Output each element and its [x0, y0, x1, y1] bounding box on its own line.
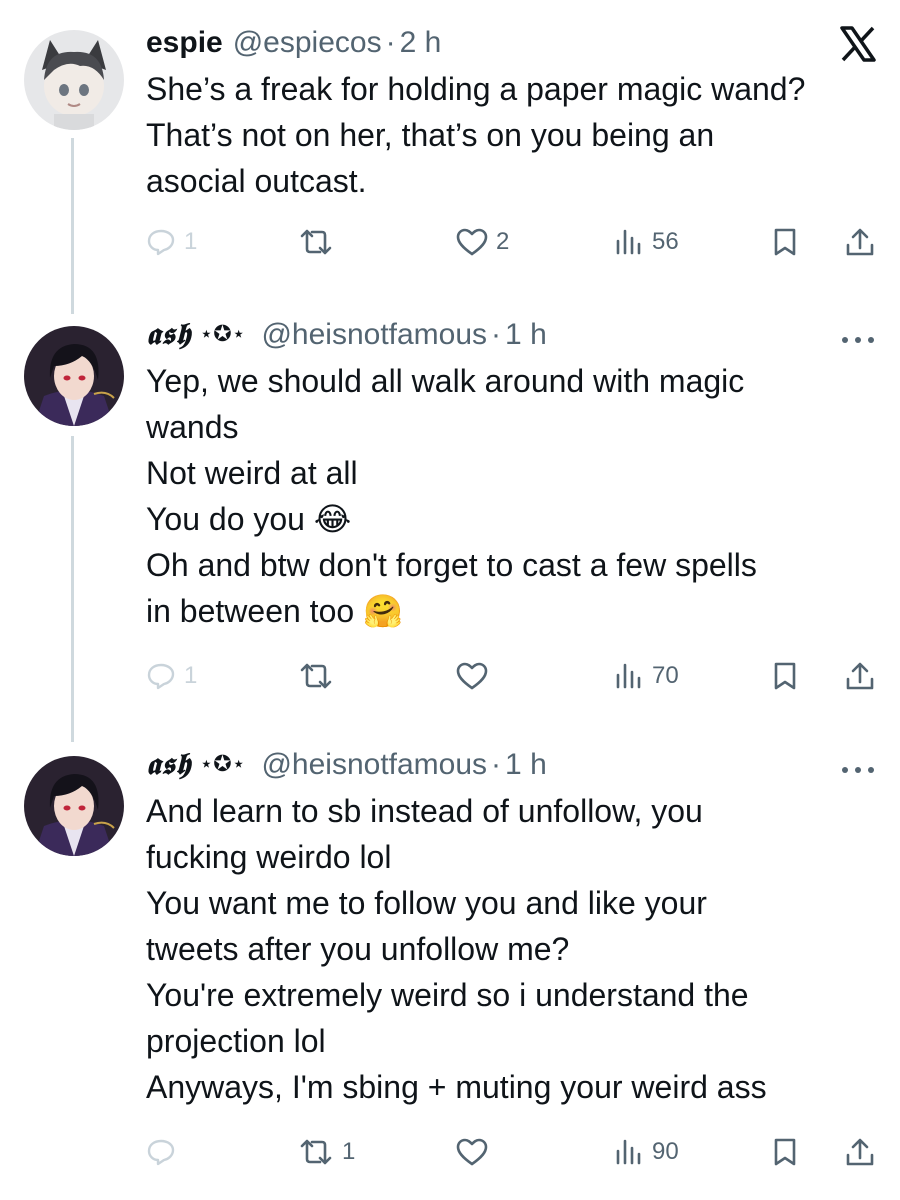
tweet-text: And learn to sb instead of unfollow, you… [146, 788, 880, 1110]
heart-icon [456, 1137, 488, 1167]
avatar[interactable] [24, 326, 124, 426]
reply-count: 1 [184, 228, 198, 255]
tweet-text: She’s a freak for holding a paper magic … [146, 66, 880, 204]
like-button[interactable] [456, 656, 496, 696]
tweet-line: Yep, we should all walk around with magi… [146, 363, 745, 399]
tweet-line: She’s a freak for holding a paper magic … [146, 71, 806, 107]
retweet-button[interactable]: 1 [298, 1132, 355, 1172]
tweet-line: in between too 🤗 [146, 588, 880, 634]
reply-count: 1 [184, 662, 198, 689]
tweet-line: projection lol [146, 1023, 326, 1059]
x-logo-icon [838, 24, 878, 64]
user-handle[interactable]: @heisnotfamous [261, 316, 487, 354]
tweet-line: Oh and btw don't forget to cast a few sp… [146, 547, 757, 583]
more-options-icon[interactable] [840, 762, 876, 782]
tweet-line: Not weird at all [146, 455, 358, 491]
separator-dot: · [385, 26, 396, 59]
tweet-line: Anyways, I'm sbing + muting your weird a… [146, 1069, 767, 1105]
bookmark-button[interactable] [772, 222, 798, 262]
retweet-button[interactable] [298, 656, 342, 696]
reply-icon [146, 661, 176, 691]
tweet-line: That’s not on her, that’s on you being a… [146, 117, 715, 153]
like-button[interactable]: 2 [456, 222, 509, 262]
more-options-icon[interactable] [840, 332, 876, 352]
views-button[interactable]: 90 [614, 1132, 679, 1172]
action-bar: 1 70 [146, 656, 886, 696]
views-button[interactable]: 56 [614, 222, 679, 262]
retweet-icon [298, 661, 334, 691]
bookmark-icon [772, 1137, 798, 1167]
tweet[interactable]: 𝖆𝖘𝖍 ⋆✪⋆ @heisnotfamous · 1 h Yep, we sho… [0, 300, 900, 730]
avatar[interactable] [24, 30, 124, 130]
avatar[interactable] [24, 756, 124, 856]
view-count: 90 [652, 1138, 679, 1165]
view-count: 56 [652, 228, 679, 255]
tweet-line: You want me to follow you and like your [146, 885, 707, 921]
tweet[interactable]: 𝖆𝖘𝖍 ⋆✪⋆ @heisnotfamous · 1 h And learn t… [0, 730, 900, 1200]
share-button[interactable] [844, 656, 876, 696]
name-decoration: ⋆✪⋆ [199, 322, 246, 347]
timestamp[interactable]: 2 h [400, 24, 442, 62]
tweet-header: espie @espiecos · 2 h [146, 24, 880, 62]
heart-icon [456, 227, 488, 257]
bookmark-button[interactable] [772, 1132, 798, 1172]
timestamp[interactable]: 1 h [505, 316, 547, 354]
tweet-line: wands [146, 409, 239, 445]
bookmark-icon [772, 661, 798, 691]
bookmark-button[interactable] [772, 656, 798, 696]
reply-icon [146, 1137, 176, 1167]
tweet-line: asocial outcast. [146, 163, 367, 199]
display-name[interactable]: 𝖆𝖘𝖍 [146, 316, 191, 354]
tweet-line-text: in between too [146, 593, 355, 629]
view-count: 70 [652, 662, 679, 689]
tweet-text: Yep, we should all walk around with magi… [146, 358, 880, 634]
reply-button[interactable] [146, 1132, 184, 1172]
laughing-emoji: 😂 [313, 500, 352, 538]
separator-dot: · [491, 748, 502, 781]
retweet-button[interactable] [298, 222, 342, 262]
share-button[interactable] [844, 222, 876, 262]
share-button[interactable] [844, 1132, 876, 1172]
action-bar: 1 90 [146, 1132, 886, 1172]
reply-button[interactable]: 1 [146, 656, 197, 696]
share-icon [844, 1136, 876, 1168]
user-handle[interactable]: @heisnotfamous [261, 746, 487, 784]
views-icon [614, 1137, 644, 1167]
tweet-header: 𝖆𝖘𝖍 ⋆✪⋆ @heisnotfamous · 1 h [146, 746, 880, 784]
separator-dot: · [491, 318, 502, 351]
views-icon [614, 227, 644, 257]
display-name[interactable]: 𝖆𝖘𝖍 [146, 746, 191, 784]
retweet-icon [298, 227, 334, 257]
tweet-line: tweets after you unfollow me? [146, 931, 570, 967]
retweet-count: 1 [342, 1138, 356, 1165]
views-icon [614, 661, 644, 691]
like-button[interactable] [456, 1132, 496, 1172]
hugging-emoji: 🤗 [363, 592, 403, 630]
tweet-line: And learn to sb instead of unfollow, you [146, 793, 703, 829]
tweet-line: You do you 😂 [146, 496, 880, 542]
tweet-header: 𝖆𝖘𝖍 ⋆✪⋆ @heisnotfamous · 1 h [146, 316, 880, 354]
bookmark-icon [772, 227, 798, 257]
action-bar: 1 2 56 [146, 222, 886, 262]
tweet-line: fucking weirdo lol [146, 839, 392, 875]
display-name[interactable]: espie [146, 24, 223, 62]
views-button[interactable]: 70 [614, 656, 679, 696]
user-handle[interactable]: @espiecos [233, 24, 382, 62]
tweet[interactable]: espie @espiecos · 2 h She’s a freak for … [0, 0, 900, 300]
heart-icon [456, 661, 488, 691]
reply-button[interactable]: 1 [146, 222, 197, 262]
retweet-icon [298, 1137, 334, 1167]
share-icon [844, 660, 876, 692]
like-count: 2 [496, 228, 510, 255]
reply-icon [146, 227, 176, 257]
share-icon [844, 226, 876, 258]
tweet-line: You're extremely weird so i understand t… [146, 977, 749, 1013]
name-decoration: ⋆✪⋆ [199, 752, 246, 777]
timestamp[interactable]: 1 h [505, 746, 547, 784]
tweet-line-text: You do you [146, 501, 305, 537]
